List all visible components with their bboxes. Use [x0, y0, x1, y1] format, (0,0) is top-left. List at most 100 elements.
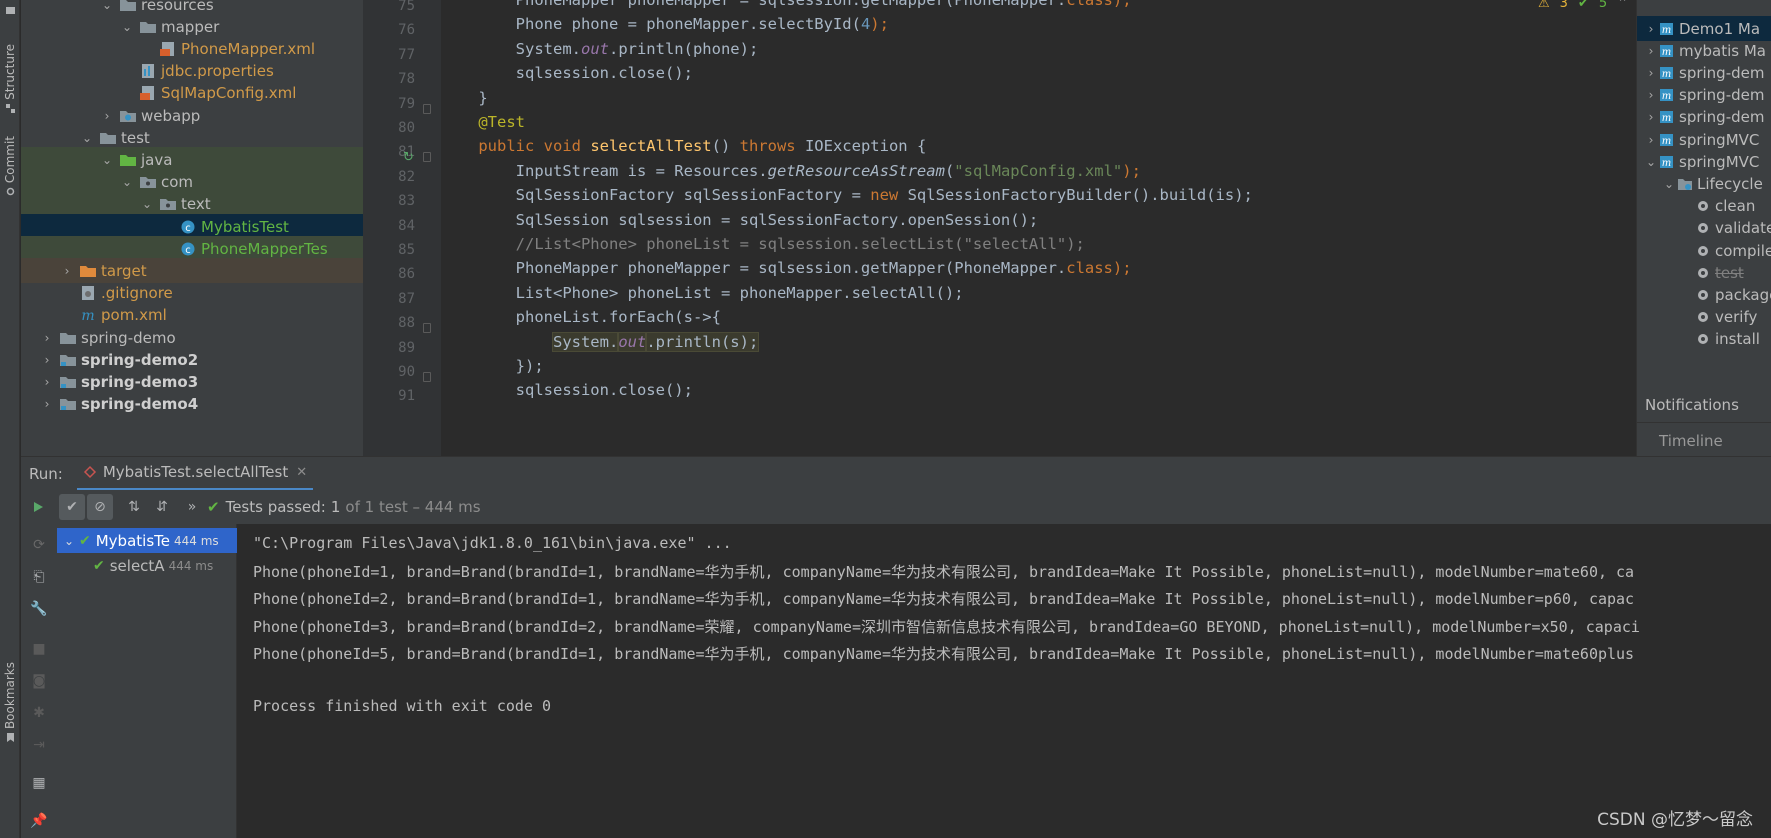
close-tab-icon[interactable]: ✕: [296, 465, 307, 480]
debug-button[interactable]: ✱: [26, 700, 52, 726]
restore-layout-button[interactable]: ⎗: [26, 564, 52, 590]
toggle-auto-test-button[interactable]: ⟳: [26, 532, 52, 558]
rerun-button[interactable]: [25, 494, 51, 520]
chevron-down-icon[interactable]: ⌄: [79, 131, 95, 145]
run-test-gutter-icon[interactable]: ↻: [403, 150, 414, 165]
camera-icon: ◙: [32, 673, 46, 689]
code-line[interactable]: InputStream is = Resources.getResourceAs…: [441, 158, 1141, 185]
line-number: 79: [398, 95, 415, 112]
code-token: PhoneMapper phoneMapper = sqlsession.get…: [441, 0, 1067, 9]
chevron-right-icon[interactable]: ›: [1643, 110, 1659, 124]
notifications-title[interactable]: Notifications: [1645, 396, 1739, 414]
code-line[interactable]: sqlsession.close();: [441, 377, 693, 404]
chevron-right-icon[interactable]: ›: [39, 331, 55, 345]
chevron-down-icon[interactable]: ⌄: [1643, 155, 1659, 169]
code-line[interactable]: System.out.println(s);: [441, 329, 760, 356]
code-line[interactable]: }: [441, 85, 488, 112]
fold-marker-icon[interactable]: [423, 372, 431, 382]
warning-icon: ⚠: [1537, 0, 1550, 11]
chevron-right-icon[interactable]: ›: [39, 375, 55, 389]
maven-project-icon: m: [1659, 44, 1675, 58]
code-line[interactable]: });: [441, 353, 544, 380]
code-line[interactable]: SqlSessionFactory sqlSessionFactory = ne…: [441, 182, 1253, 209]
project-tree-item[interactable]: › spring-demo4: [21, 392, 363, 417]
chevron-down-icon[interactable]: ⌄: [99, 0, 115, 12]
code-line[interactable]: List<Phone> phoneList = phoneMapper.sele…: [441, 280, 964, 307]
test-duration: 444 ms: [173, 533, 219, 548]
bookmarks-tool-tab[interactable]: Bookmarks: [0, 662, 20, 743]
settings-button[interactable]: 🔧: [26, 596, 52, 622]
code-line[interactable]: PhoneMapper phoneMapper = sqlsession.get…: [441, 255, 1132, 282]
code-token: }: [441, 88, 488, 107]
code-line[interactable]: //List<Phone> phoneList = sqlsession.sel…: [441, 231, 1085, 258]
sort-alpha-button[interactable]: ⇅: [121, 494, 147, 520]
chevron-right-icon[interactable]: ›: [39, 397, 55, 411]
chevron-down-icon[interactable]: ⌄: [119, 175, 135, 189]
chevron-down-icon[interactable]: ⌄: [61, 534, 77, 548]
code-line[interactable]: Phone phone = phoneMapper.selectById(4);: [441, 11, 889, 38]
chevron-down-icon[interactable]: ⌄: [139, 197, 155, 211]
bookmarks-tab-label: Bookmarks: [3, 662, 17, 730]
check-icon: ✔: [66, 499, 78, 515]
console-line: Process finished with exit code 0: [253, 697, 552, 716]
chevron-down-icon[interactable]: ⌄: [99, 153, 115, 167]
pin-button[interactable]: 📌: [26, 808, 52, 834]
fold-marker-icon[interactable]: [423, 152, 431, 163]
chevron-right-icon[interactable]: ›: [1643, 88, 1659, 102]
code-token: System.: [551, 331, 620, 352]
code-line[interactable]: public void selectAllTest() throws IOExc…: [441, 133, 926, 160]
maven-project-icon: m: [1659, 155, 1675, 169]
sort-duration-button[interactable]: ⇵: [149, 494, 175, 520]
timeline-tab[interactable]: Timeline: [1659, 432, 1723, 450]
layout-toggle-button[interactable]: ▦: [26, 770, 52, 796]
screenshot-button[interactable]: ◙: [26, 668, 52, 694]
xml-file-icon: [159, 41, 177, 57]
chevron-right-icon[interactable]: ›: [59, 264, 75, 278]
chevron-down-icon[interactable]: ⌄: [119, 20, 135, 34]
chevron-right-icon[interactable]: ›: [1643, 66, 1659, 80]
maven-tree-item[interactable]: install: [1637, 327, 1771, 352]
fold-marker-icon[interactable]: [423, 323, 431, 334]
svg-text:c: c: [185, 223, 191, 234]
chevron-right-icon[interactable]: ›: [39, 353, 55, 367]
code-editor[interactable]: ⚠ 3 ✔ 5 ⌃ PhoneMapper phoneMapper = sqls…: [441, 0, 1636, 456]
structure-tool-tab[interactable]: Structure: [0, 44, 20, 114]
chevron-right-icon[interactable]: ›: [1643, 22, 1659, 36]
code-line[interactable]: SqlSession sqlsession = sqlSessionFactor…: [441, 207, 1039, 234]
stop-button[interactable]: ■: [26, 636, 52, 662]
code-token: sqlsession.close();: [441, 381, 693, 400]
class-icon: c: [179, 219, 197, 235]
notifications-panel: Notifications Timeline: [1636, 388, 1771, 456]
test-tree-item[interactable]: ⌄ ✔ MybatisTe 444 ms: [57, 528, 237, 553]
export-button[interactable]: ⇥: [26, 732, 52, 758]
console-line: Phone(phoneId=3, brand=Brand(brandId=2, …: [253, 617, 1640, 636]
code-line[interactable]: @Test: [441, 109, 525, 136]
show-passed-button[interactable]: ✔: [59, 494, 85, 520]
grid-icon: ▦: [32, 775, 46, 791]
commit-tool-tab[interactable]: Commit: [0, 136, 20, 197]
show-ignored-button[interactable]: ⊘: [87, 494, 113, 520]
more-button[interactable]: »: [179, 494, 205, 520]
project-tree-item-label: spring-demo: [81, 328, 176, 347]
chevron-right-icon[interactable]: ›: [1643, 133, 1659, 147]
collapse-icon[interactable]: ⌃: [1617, 0, 1628, 11]
project-tree-item-label: spring-demo2: [81, 350, 199, 369]
chevron-right-icon[interactable]: ›: [1643, 44, 1659, 58]
run-tab[interactable]: MybatisTest.selectAllTest ✕: [76, 457, 314, 491]
line-number: 86: [398, 266, 415, 283]
code-line[interactable]: sqlsession.close();: [441, 60, 693, 87]
code-line[interactable]: System.out.println(phone);: [441, 36, 759, 63]
test-tree-item[interactable]: ✔ selectA 444 ms: [57, 553, 237, 578]
inspection-status[interactable]: ⚠ 3 ✔ 5 ⌃: [1538, 0, 1628, 11]
project-tree-item-label: test: [121, 128, 150, 147]
test-passed-icon: ✔: [93, 557, 105, 574]
code-line[interactable]: phoneList.forEach(s->{: [441, 304, 721, 331]
project-tool-tab[interactable]: [0, 2, 20, 16]
console-output[interactable]: "C:\Program Files\Java\jdk1.8.0_161\bin\…: [237, 524, 1771, 838]
chevron-right-icon[interactable]: ›: [99, 109, 115, 123]
chevron-down-icon[interactable]: ⌄: [1661, 177, 1677, 191]
maven-project-icon: m: [1659, 66, 1675, 80]
fold-marker-icon[interactable]: [423, 103, 431, 114]
code-token: (): [711, 137, 740, 156]
